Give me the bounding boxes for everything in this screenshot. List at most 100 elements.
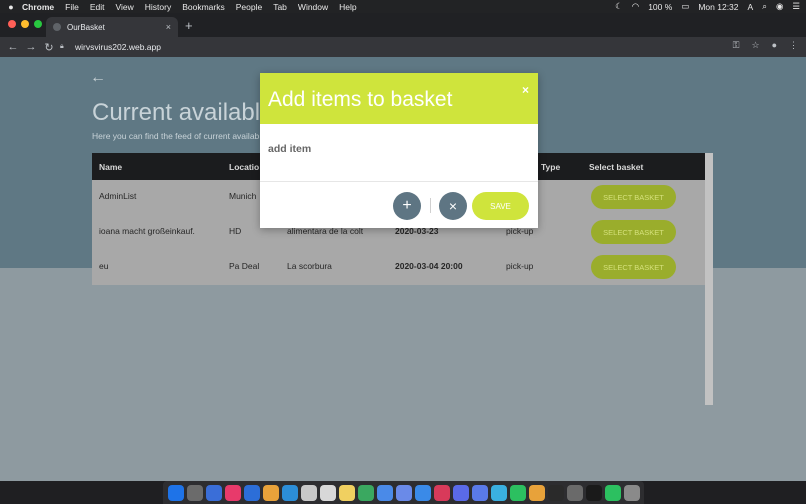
menubar-status-area: ☾ ◠ 100 % ▭ Mon 12:32 A ⌕ ◉ ☰ — [615, 0, 800, 13]
menu-chrome[interactable]: Chrome — [22, 2, 54, 12]
modal-close-icon[interactable]: × — [522, 83, 529, 97]
profile-avatar-icon[interactable]: ● — [772, 40, 777, 51]
dock-app-icon[interactable] — [528, 484, 545, 501]
cancel-button[interactable]: × — [439, 192, 467, 220]
url-text[interactable]: wirvsvirus202.web.app — [75, 42, 161, 52]
zoom-window-button[interactable] — [34, 20, 42, 28]
apple-icon[interactable]: ● — [0, 2, 22, 12]
favicon-icon — [53, 23, 61, 31]
dock-app-icon[interactable] — [300, 484, 317, 501]
header-select-basket: Select basket — [589, 162, 644, 172]
clock[interactable]: Mon 12:32 — [698, 2, 738, 12]
row-location: Pa Deal — [229, 261, 260, 271]
address-bar[interactable]: 🔒︎ wirvsvirus202.web.app — [60, 39, 760, 55]
new-tab-button[interactable]: + — [185, 18, 193, 33]
dock-app-icon[interactable] — [281, 484, 298, 501]
back-arrow-icon[interactable]: ← — [90, 69, 106, 87]
key-icon[interactable]: ⚿ — [733, 40, 740, 51]
row-date: 2020-03-04 20:00 — [395, 261, 463, 271]
toolbar-actions: ⚿ ☆ ● ⋮ — [733, 40, 798, 51]
header-type: Type — [541, 162, 561, 172]
dock-app-icon[interactable] — [319, 484, 336, 501]
dock-app-icon[interactable] — [338, 484, 355, 501]
moon-icon[interactable]: ☾ — [615, 1, 623, 12]
browser-tab-strip: OurBasket × + — [0, 13, 806, 37]
dock-app-icon[interactable] — [585, 484, 602, 501]
add-item-button[interactable]: + — [393, 192, 421, 220]
browser-toolbar: ← → ↻ 🔒︎ wirvsvirus202.web.app ⚿ ☆ ● ⋮ — [0, 37, 806, 57]
reload-icon[interactable]: ↻ — [40, 41, 58, 54]
control-center-icon[interactable]: ☰ — [792, 1, 800, 12]
menu-dots-icon[interactable]: ⋮ — [789, 40, 798, 51]
browser-tab[interactable]: OurBasket × — [46, 17, 178, 37]
dock-app-icon[interactable] — [357, 484, 374, 501]
modal-title: Add items to basket — [268, 88, 453, 111]
menu-window[interactable]: Window — [298, 2, 328, 12]
forward-icon[interactable]: → — [22, 41, 40, 53]
row-location: HD — [229, 226, 242, 236]
header-name: Name — [99, 162, 123, 172]
dock-app-icon[interactable] — [566, 484, 583, 501]
minimize-window-button[interactable] — [21, 20, 29, 28]
wifi-icon[interactable]: ◠ — [632, 1, 639, 12]
add-items-modal: Add items to basket × add item + × SAVE — [260, 73, 538, 228]
menu-history[interactable]: History — [145, 2, 171, 12]
dock-app-icon[interactable] — [243, 484, 260, 501]
dock-app-icon[interactable] — [224, 484, 241, 501]
menu-edit[interactable]: Edit — [90, 2, 105, 12]
bookmark-star-icon[interactable]: ☆ — [751, 40, 759, 51]
battery-percentage[interactable]: 100 % — [648, 2, 672, 12]
menu-bookmarks[interactable]: Bookmarks — [182, 2, 225, 12]
dock-area — [0, 481, 806, 504]
dock-app-icon[interactable] — [509, 484, 526, 501]
dock-app-icon[interactable] — [376, 484, 393, 501]
dock-app-icon[interactable] — [471, 484, 488, 501]
header-location: Locatio — [229, 162, 260, 172]
menu-tab[interactable]: Tab — [273, 2, 287, 12]
dock-app-icon[interactable] — [604, 484, 621, 501]
dock-app-icon[interactable] — [186, 484, 203, 501]
page-subtitle: Here you can find the feed of current av… — [92, 131, 260, 141]
select-basket-button[interactable]: SELECT BASKET — [591, 220, 676, 244]
window-controls — [8, 20, 42, 28]
tab-close-icon[interactable]: × — [166, 22, 171, 32]
row-place: La scorbura — [287, 261, 332, 271]
dock-app-icon[interactable] — [623, 484, 640, 501]
macos-dock — [163, 481, 644, 504]
menu-view[interactable]: View — [115, 2, 133, 12]
dock-app-icon[interactable] — [395, 484, 412, 501]
row-name: eu — [99, 261, 109, 271]
page-scrollbar[interactable] — [705, 153, 713, 405]
close-window-button[interactable] — [8, 20, 16, 28]
menu-file[interactable]: File — [65, 2, 79, 12]
dock-app-icon[interactable] — [452, 484, 469, 501]
modal-divider — [260, 181, 538, 182]
row-name: AdminList — [99, 191, 137, 201]
table-row: eu Pa Deal La scorbura 2020-03-04 20:00 … — [92, 250, 705, 285]
row-location: Munich — [229, 191, 257, 201]
dock-app-icon[interactable] — [490, 484, 507, 501]
row-name: ioana macht großeinkauf. — [99, 226, 195, 236]
dock-app-icon[interactable] — [414, 484, 431, 501]
dock-app-icon[interactable] — [167, 484, 184, 501]
dock-app-icon[interactable] — [205, 484, 222, 501]
select-basket-button[interactable]: SELECT BASKET — [591, 185, 676, 209]
select-basket-button[interactable]: SELECT BASKET — [591, 255, 676, 279]
menu-help[interactable]: Help — [339, 2, 356, 12]
menu-people[interactable]: People — [236, 2, 262, 12]
lock-icon[interactable]: 🔒︎ — [60, 43, 70, 51]
siri-icon[interactable]: ◉ — [776, 1, 783, 12]
row-type: pick-up — [506, 261, 534, 271]
input-source-icon[interactable]: A — [748, 2, 754, 12]
back-icon[interactable]: ← — [4, 41, 22, 53]
dock-app-icon[interactable] — [547, 484, 564, 501]
dock-app-icon[interactable] — [433, 484, 450, 501]
spotlight-icon[interactable]: ⌕ — [762, 1, 767, 12]
battery-icon[interactable]: ▭ — [681, 1, 689, 12]
button-separator — [430, 198, 431, 213]
add-item-label[interactable]: add item — [268, 143, 311, 155]
macos-menubar: ● Chrome File Edit View History Bookmark… — [0, 0, 806, 13]
save-button[interactable]: SAVE — [472, 192, 529, 220]
modal-header: Add items to basket × — [260, 73, 538, 124]
dock-app-icon[interactable] — [262, 484, 279, 501]
